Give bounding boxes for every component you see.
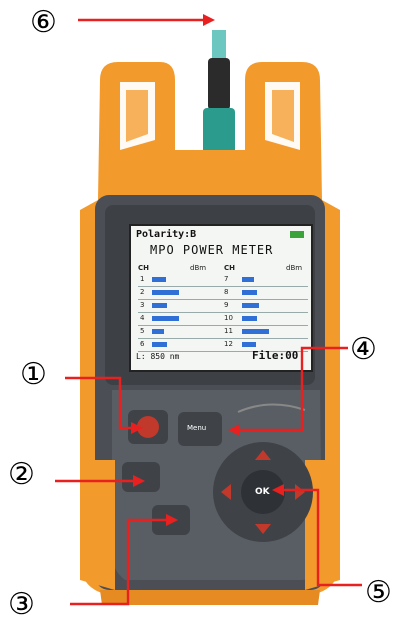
- arrow-4: [238, 346, 348, 432]
- arrow-3: [70, 518, 168, 606]
- arrow-5: [282, 488, 362, 587]
- callout-arrows: [55, 14, 362, 606]
- arrow-1: [65, 376, 133, 430]
